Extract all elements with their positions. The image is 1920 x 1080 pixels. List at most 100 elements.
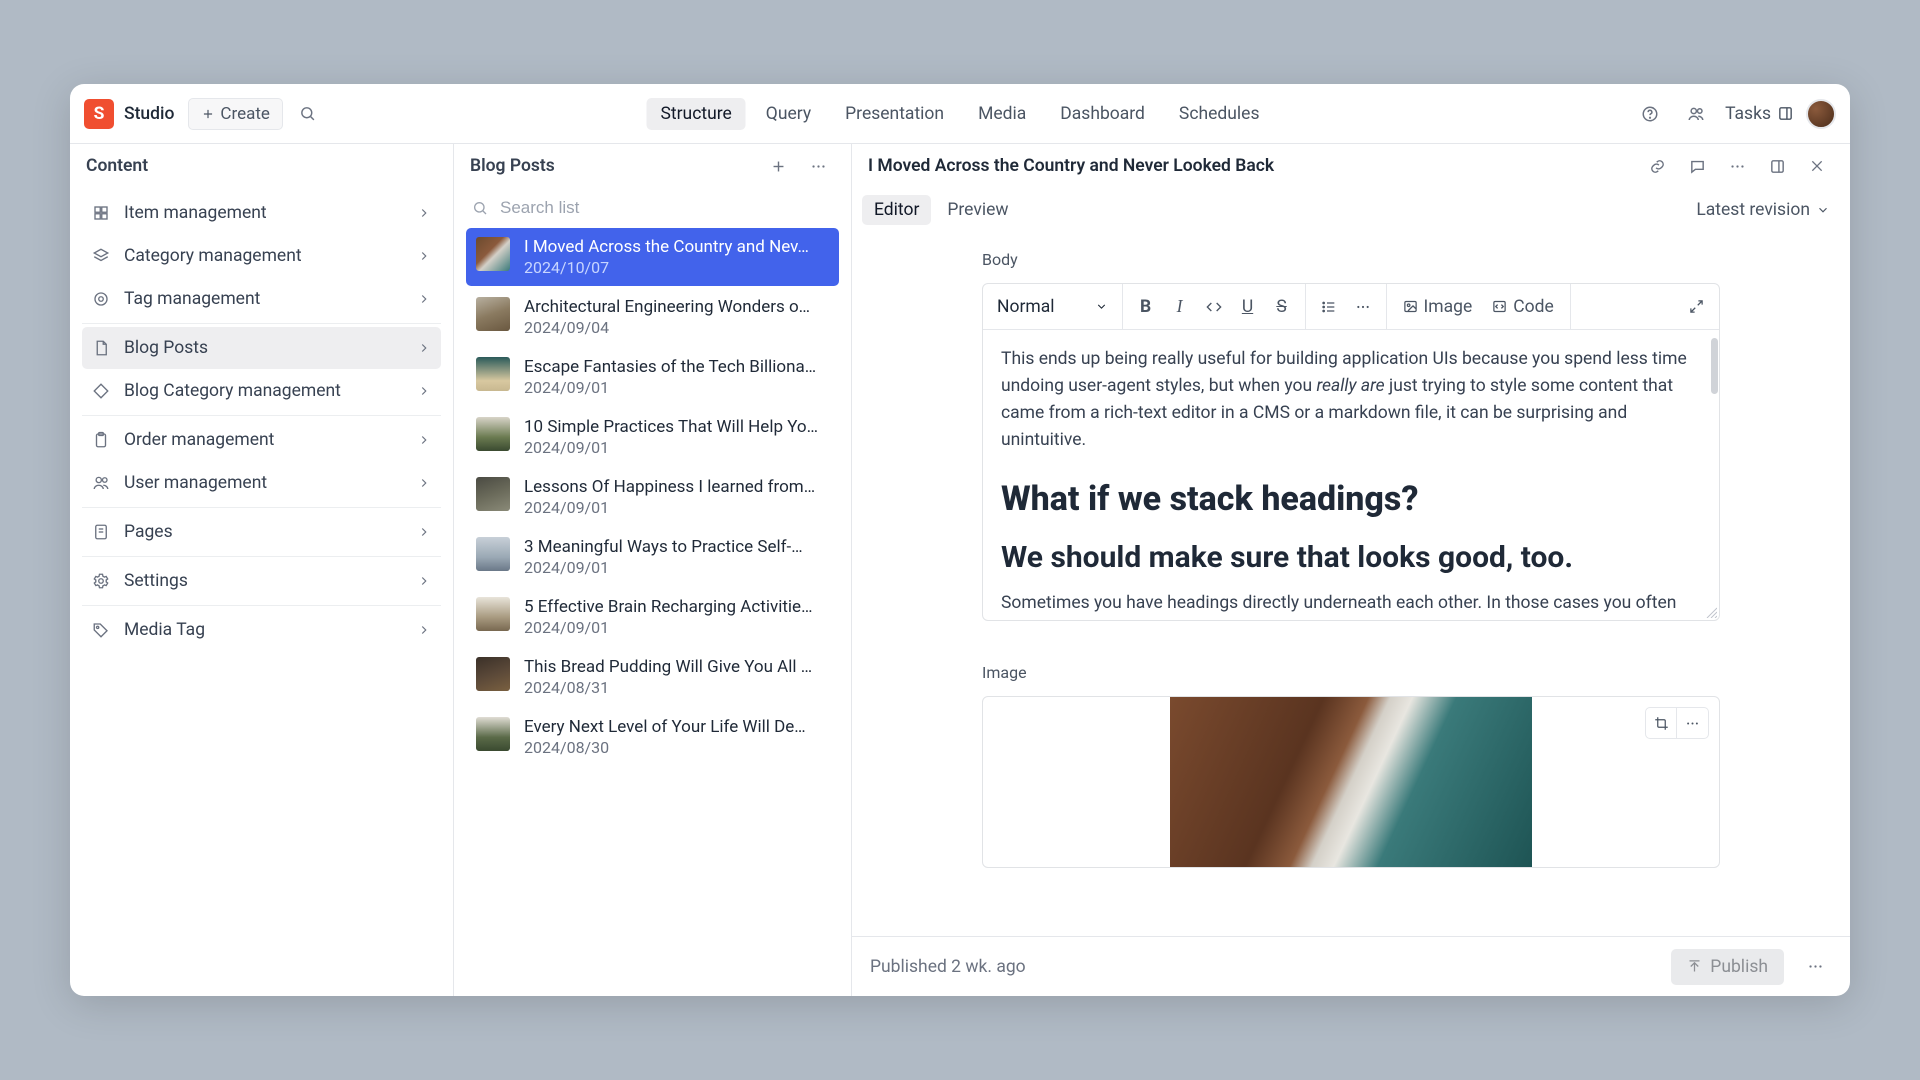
publish-button[interactable]: Publish <box>1671 949 1784 985</box>
sidebar-item-label: Tag management <box>124 289 260 309</box>
plus-icon <box>201 107 215 121</box>
editor-panel: I Moved Across the Country and Never Loo… <box>852 144 1850 996</box>
blog-list-item[interactable]: Architectural Engineering Wonders o…2024… <box>466 288 839 346</box>
presence-button[interactable] <box>1679 97 1713 131</box>
add-item-button[interactable] <box>761 149 795 183</box>
chevron-right-icon <box>417 206 431 220</box>
grid-icon <box>92 204 110 222</box>
split-view-button[interactable] <box>1760 149 1794 183</box>
sidebar-separator <box>82 323 441 324</box>
toolbar-more-button[interactable] <box>1346 290 1380 324</box>
blog-list-item[interactable]: Lessons Of Happiness I learned from…2024… <box>466 468 839 526</box>
sidebar-item-tag-management[interactable]: Tag management <box>82 278 441 320</box>
blog-thumbnail <box>476 537 510 571</box>
search-button[interactable] <box>291 97 325 131</box>
blog-item-date: 2024/10/07 <box>524 258 829 277</box>
insert-code-button[interactable]: Code <box>1482 290 1564 324</box>
list-more-button[interactable] <box>801 149 835 183</box>
hero-image <box>1170 697 1532 867</box>
top-tab-structure[interactable]: Structure <box>647 98 746 130</box>
blog-item-title: 5 Effective Brain Recharging Activitie… <box>524 597 829 617</box>
doc-icon <box>92 339 110 357</box>
sidebar-item-category-management[interactable]: Category management <box>82 235 441 277</box>
footer-more-button[interactable] <box>1798 950 1832 984</box>
sidebar-item-user-management[interactable]: User management <box>82 462 441 504</box>
code-icon <box>1492 299 1507 314</box>
body-field: Normal B I U S <box>982 283 1720 621</box>
users-icon <box>92 474 110 492</box>
sidebar-separator <box>82 605 441 606</box>
image-field[interactable] <box>982 696 1720 868</box>
scrollbar[interactable] <box>1711 338 1718 394</box>
blog-list-item[interactable]: 10 Simple Practices That Will Help Yo…20… <box>466 408 839 466</box>
sidebar-item-blog-category-management[interactable]: Blog Category management <box>82 370 441 412</box>
comment-button[interactable] <box>1680 149 1714 183</box>
chevron-right-icon <box>417 623 431 637</box>
code-inline-button[interactable] <box>1197 290 1231 324</box>
blog-list-item[interactable]: This Bread Pudding Will Give You All …20… <box>466 648 839 706</box>
top-tab-schedules[interactable]: Schedules <box>1165 98 1274 130</box>
crop-image-button[interactable] <box>1645 707 1677 739</box>
create-button[interactable]: Create <box>188 98 283 130</box>
link-button[interactable] <box>1640 149 1674 183</box>
chevron-right-icon <box>417 384 431 398</box>
help-button[interactable] <box>1633 97 1667 131</box>
rte-content-area[interactable]: This ends up being really useful for bui… <box>983 330 1719 620</box>
top-tab-query[interactable]: Query <box>752 98 825 130</box>
app-logo: S <box>84 99 114 129</box>
sidebar-title: Content <box>70 144 453 188</box>
resize-handle-icon[interactable] <box>1705 606 1717 618</box>
underline-button[interactable]: U <box>1231 290 1265 324</box>
list-search-input[interactable] <box>500 198 833 218</box>
blog-list-item[interactable]: I Moved Across the Country and Nev…2024/… <box>466 228 839 286</box>
bold-button[interactable]: B <box>1129 290 1163 324</box>
chevron-right-icon <box>417 525 431 539</box>
sidebar-item-pages[interactable]: Pages <box>82 511 441 553</box>
rte-style-selector[interactable]: Normal <box>983 284 1123 329</box>
panel-icon <box>1777 105 1794 122</box>
sidebar-separator <box>82 507 441 508</box>
list-button[interactable] <box>1312 290 1346 324</box>
sidebar-item-media-tag[interactable]: Media Tag <box>82 609 441 651</box>
expand-editor-button[interactable] <box>1679 290 1713 324</box>
top-tab-media[interactable]: Media <box>964 98 1040 130</box>
editor-tab-preview[interactable]: Preview <box>935 195 1020 225</box>
create-label: Create <box>220 104 270 124</box>
blog-item-title: Lessons Of Happiness I learned from… <box>524 477 829 497</box>
revision-selector[interactable]: Latest revision <box>1696 200 1840 220</box>
app-name: Studio <box>124 104 174 124</box>
editor-tab-editor[interactable]: Editor <box>862 195 931 225</box>
top-tab-dashboard[interactable]: Dashboard <box>1046 98 1159 130</box>
chevron-right-icon <box>417 341 431 355</box>
sidebar-item-label: Item management <box>124 203 267 223</box>
blog-item-date: 2024/09/01 <box>524 558 829 577</box>
sidebar-item-order-management[interactable]: Order management <box>82 419 441 461</box>
sidebar-item-item-management[interactable]: Item management <box>82 192 441 234</box>
list-search[interactable] <box>454 188 851 228</box>
sidebar-item-label: Media Tag <box>124 620 205 640</box>
blog-item-title: I Moved Across the Country and Nev… <box>524 237 829 257</box>
image-icon <box>1403 299 1418 314</box>
blog-item-title: Architectural Engineering Wonders o… <box>524 297 829 317</box>
image-more-button[interactable] <box>1677 707 1709 739</box>
blog-list-item[interactable]: 5 Effective Brain Recharging Activitie…2… <box>466 588 839 646</box>
insert-image-button[interactable]: Image <box>1393 290 1483 324</box>
editor-more-button[interactable] <box>1720 149 1754 183</box>
blog-list-item[interactable]: Escape Fantasies of the Tech Billiona…20… <box>466 348 839 406</box>
chevron-right-icon <box>417 433 431 447</box>
sidebar-item-blog-posts[interactable]: Blog Posts <box>82 327 441 369</box>
sidebar-item-label: Settings <box>124 571 188 591</box>
blog-list-item[interactable]: Every Next Level of Your Life Will De…20… <box>466 708 839 766</box>
sidebar-item-settings[interactable]: Settings <box>82 560 441 602</box>
italic-button[interactable]: I <box>1163 290 1197 324</box>
tasks-button[interactable]: Tasks <box>1725 104 1794 124</box>
user-avatar[interactable] <box>1806 99 1836 129</box>
sidebar-item-label: Blog Posts <box>124 338 208 358</box>
close-editor-button[interactable] <box>1800 149 1834 183</box>
strike-button[interactable]: S <box>1265 290 1299 324</box>
top-tab-presentation[interactable]: Presentation <box>831 98 958 130</box>
clipboard-icon <box>92 431 110 449</box>
sidebar-item-label: Pages <box>124 522 173 542</box>
blog-list-item[interactable]: 3 Meaningful Ways to Practice Self-…2024… <box>466 528 839 586</box>
blog-item-title: Every Next Level of Your Life Will De… <box>524 717 829 737</box>
